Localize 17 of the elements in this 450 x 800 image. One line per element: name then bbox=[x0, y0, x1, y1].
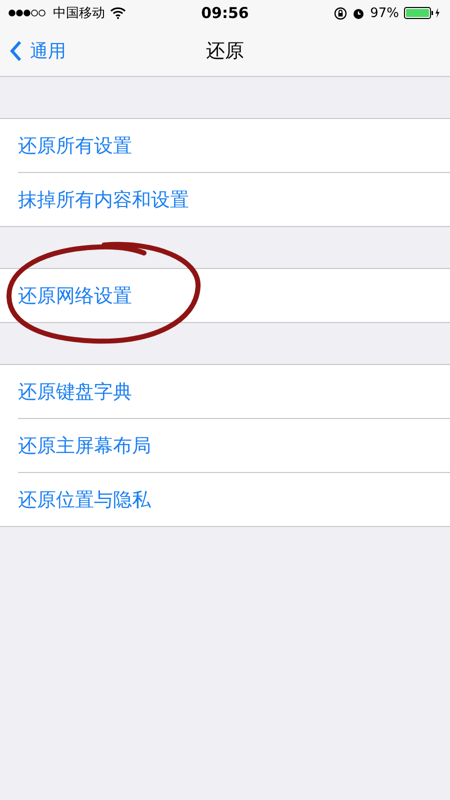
battery-charging-icon bbox=[404, 7, 442, 19]
carrier-name: 中国移动 bbox=[53, 5, 105, 22]
battery-percent: 97% bbox=[370, 6, 399, 20]
reset-option[interactable]: 还原位置与隐私 bbox=[18, 486, 151, 512]
reset-option[interactable]: 还原网络设置 bbox=[18, 282, 132, 308]
alarm-clock-icon bbox=[352, 6, 366, 20]
clock-time: 09:56 bbox=[201, 4, 249, 22]
reset-option[interactable]: 还原键盘字典 bbox=[18, 378, 132, 404]
reset-option[interactable]: 还原所有设置 bbox=[18, 132, 132, 158]
reset-option[interactable]: 还原主屏幕布局 bbox=[18, 432, 151, 458]
reset-option[interactable]: 抹掉所有内容和设置 bbox=[18, 186, 189, 212]
back-chevron-icon bbox=[10, 40, 22, 62]
wifi-icon bbox=[110, 7, 126, 19]
page-title: 还原 bbox=[206, 39, 244, 64]
signal-icon bbox=[8, 9, 48, 17]
back-button[interactable]: 通用 bbox=[0, 39, 76, 63]
rotation-lock-icon bbox=[334, 6, 348, 20]
